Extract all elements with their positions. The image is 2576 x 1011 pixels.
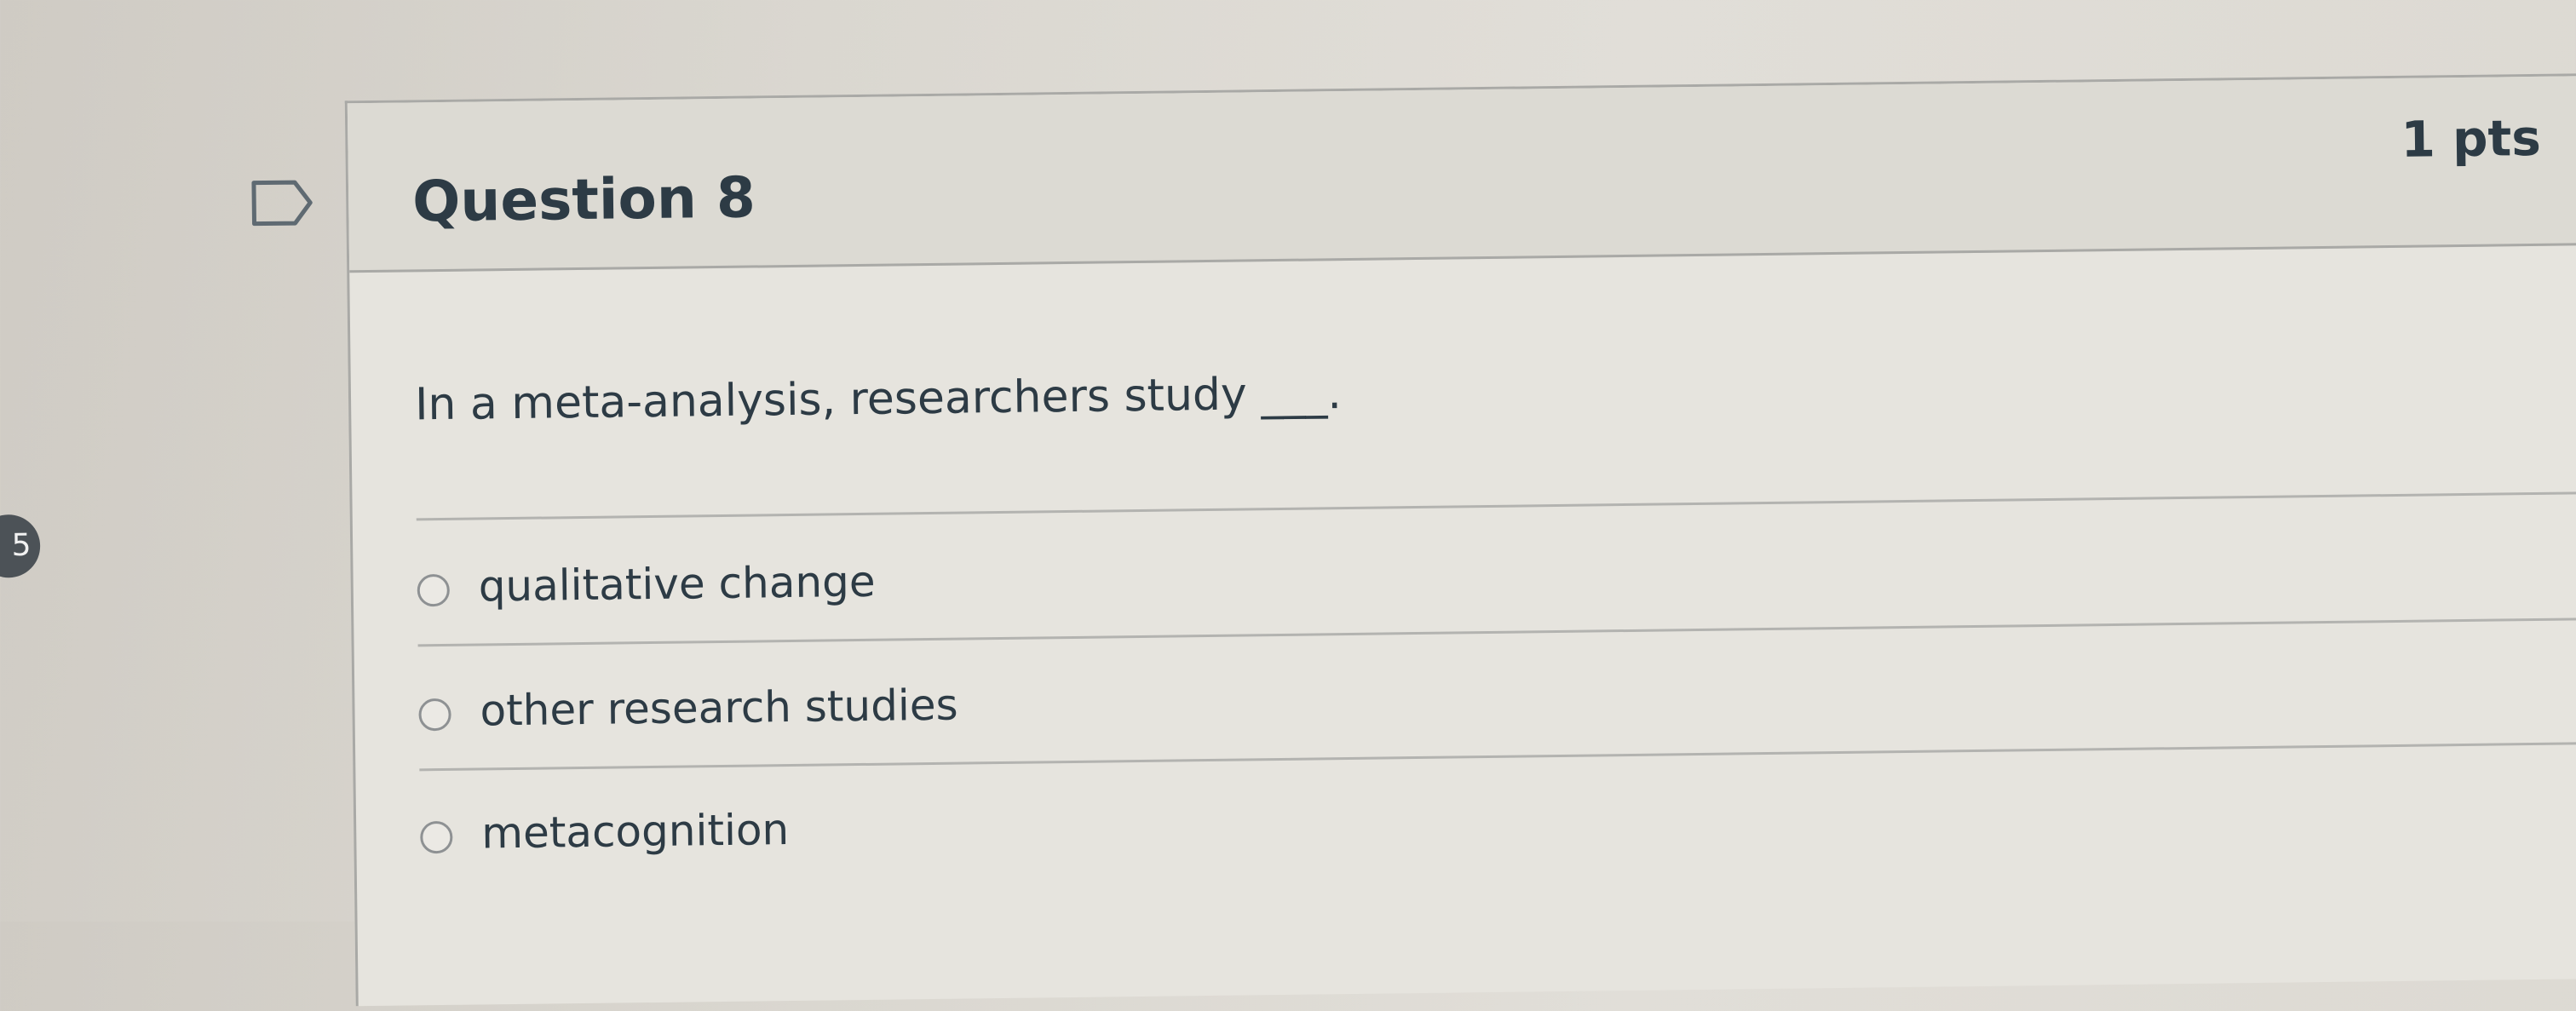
question-card: Question 8 1 pts In a meta-analysis, res…: [344, 72, 2576, 1007]
screen-photo: 5 Question 8 1 pts In a meta-analysis, r…: [0, 0, 2576, 1007]
answer-divider: [419, 742, 2576, 772]
answer-divider: [417, 618, 2576, 647]
question-points: 1 pts: [2401, 108, 2542, 169]
flag-bookmark-icon[interactable]: [250, 179, 314, 227]
question-title: Question 8: [411, 164, 756, 235]
answer-label: qualitative change: [478, 556, 876, 612]
question-number-badge[interactable]: 5: [0, 514, 41, 578]
radio-button[interactable]: [417, 573, 451, 607]
answer-option-metacognition[interactable]: metacognition: [420, 797, 1443, 870]
answer-divider: [416, 491, 2576, 521]
answer-label: metacognition: [480, 805, 790, 859]
answer-option-qualitative-change[interactable]: qualitative change: [417, 550, 1440, 623]
question-text: In a meta-analysis, researchers study __…: [414, 368, 1343, 431]
answer-label: other research studies: [480, 680, 958, 736]
answer-option-other-research-studies[interactable]: other research studies: [418, 675, 1441, 747]
question-header: Question 8 1 pts: [347, 75, 2576, 273]
radio-button[interactable]: [420, 820, 453, 854]
question-number-badge-text: 5: [11, 527, 32, 564]
radio-button[interactable]: [418, 698, 451, 732]
